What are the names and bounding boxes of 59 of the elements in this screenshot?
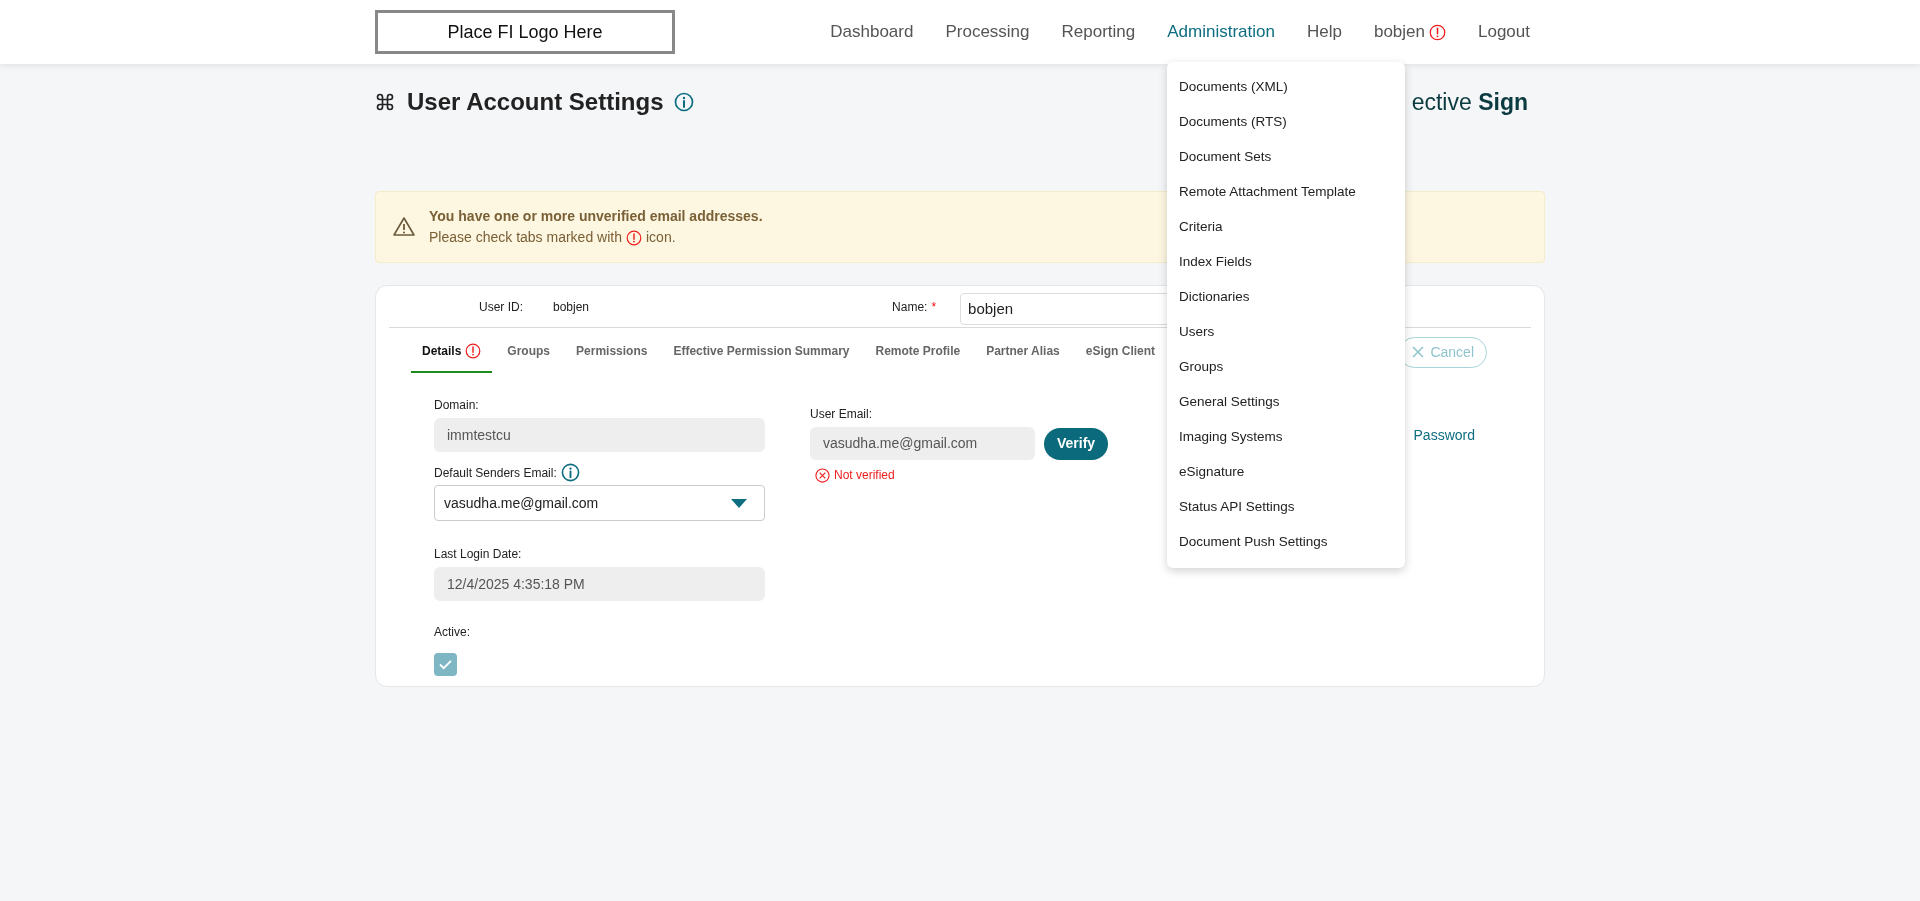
logo-placeholder[interactable]: Place FI Logo Here [375, 10, 675, 54]
last-login-field[interactable]: 12/4/2025 4:35:18 PM [434, 567, 765, 601]
tab[interactable]: eSign Client [1074, 331, 1167, 373]
menu-item[interactable]: Documents (RTS) [1167, 105, 1405, 140]
tab[interactable]: Effective Permission Summary [662, 331, 861, 373]
page-title: User Account Settings [407, 87, 664, 117]
dropdown-caret-icon [731, 498, 747, 508]
active-checkbox[interactable] [434, 653, 457, 676]
nav-link[interactable]: bobjen [1373, 19, 1446, 45]
field-label: Default Senders Email: [434, 464, 557, 482]
menu-item[interactable]: Document Sets [1167, 140, 1405, 175]
password-link[interactable]: Password [1413, 425, 1475, 446]
user-id-value: bobjen [553, 298, 590, 316]
nav-link[interactable]: Logout [1478, 19, 1530, 45]
alert-icon [1429, 23, 1446, 41]
senders-email-select[interactable]: vasudha.me@gmail.com [434, 485, 765, 521]
command-icon [375, 92, 395, 112]
tab[interactable]: Permissions [565, 331, 659, 373]
tab[interactable]: Partner Alias [975, 331, 1071, 373]
user-email-field[interactable]: vasudha.me@gmail.com [810, 427, 1035, 460]
domain-field[interactable]: immtestcu [434, 418, 765, 452]
verification-status: Not verified [834, 467, 895, 484]
nav-link[interactable]: Administration [1167, 19, 1275, 45]
verify-button[interactable]: Verify [1044, 427, 1109, 460]
alert-icon [626, 229, 642, 246]
menu-item[interactable]: General Settings [1167, 385, 1405, 420]
menu-item[interactable]: Document Push Settings [1167, 525, 1405, 560]
close-icon [1412, 346, 1425, 358]
alert-icon [465, 343, 482, 359]
checkmark-icon [439, 659, 452, 670]
warning-message: icon. [646, 228, 676, 247]
info-icon[interactable] [560, 463, 580, 482]
brand-logo-text: ective Sign [1411, 87, 1528, 117]
tab[interactable]: Remote Profile [864, 331, 972, 373]
field-label: Active: [434, 624, 471, 641]
warning-icon [391, 215, 417, 239]
field-label: User Email: [810, 406, 873, 423]
menu-item[interactable]: Index Fields [1167, 245, 1405, 280]
nav-link[interactable]: Processing [945, 19, 1030, 45]
user-id-label: User ID: [479, 298, 524, 316]
warning-title: You have one or more unverified email addresses. [429, 207, 763, 226]
menu-item[interactable]: Status API Settings [1167, 490, 1405, 525]
menu-item[interactable]: Criteria [1167, 210, 1405, 245]
name-label: Name: [892, 298, 928, 316]
menu-item[interactable]: Documents (XML) [1167, 70, 1405, 105]
nav-link[interactable]: Reporting [1061, 19, 1136, 45]
tab[interactable]: Groups [496, 331, 562, 373]
field-label: Last Login Date: [434, 546, 523, 563]
nav-link[interactable]: Dashboard [830, 19, 914, 45]
menu-item[interactable]: Imaging Systems [1167, 420, 1405, 455]
tab[interactable]: Details [411, 331, 493, 373]
field-label: Domain: [434, 397, 480, 414]
menu-item[interactable]: Remote Attachment Template [1167, 175, 1405, 210]
warning-message: Please check tabs marked with [429, 228, 622, 247]
required-asterisk: * [931, 298, 937, 316]
info-icon[interactable] [673, 92, 694, 112]
menu-item[interactable]: eSignature [1167, 455, 1405, 490]
error-icon [815, 467, 830, 483]
nav-link[interactable]: Help [1306, 19, 1342, 45]
